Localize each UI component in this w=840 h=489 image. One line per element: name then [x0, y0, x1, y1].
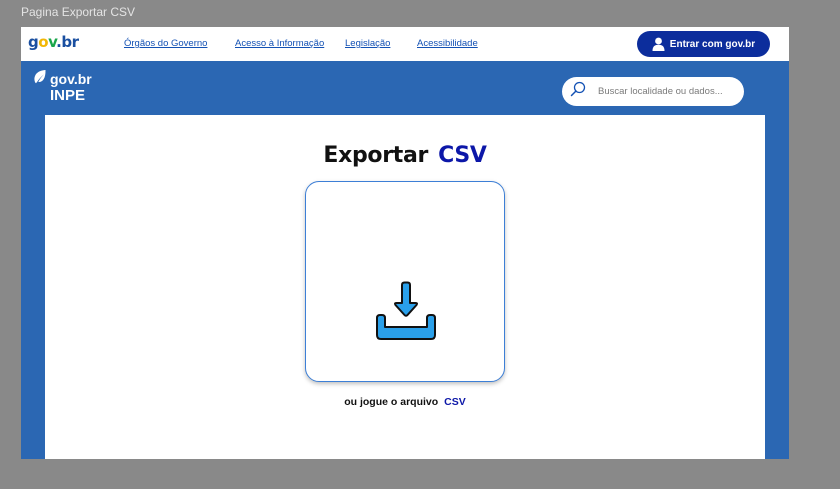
top-header: gov.br Órgãos do Governo Acesso à Inform…: [21, 27, 789, 61]
logo-letter-v: v: [48, 33, 57, 51]
page-title-accent: CSV: [438, 143, 487, 168]
search-bar[interactable]: [562, 77, 744, 106]
login-govbr-button[interactable]: Entrar com gov.br: [637, 31, 770, 57]
brand-subtitle: INPE: [50, 87, 86, 104]
govbr-logo[interactable]: gov.br: [28, 33, 79, 51]
logo-letter-o: o: [38, 33, 49, 51]
link-orgaos-governo[interactable]: Órgãos do Governo: [124, 38, 207, 49]
leaf-icon: [33, 69, 47, 88]
logo-letters-br: br: [61, 33, 79, 51]
page-title-prefix: Exportar: [323, 143, 429, 168]
page-title: Exportar CSV: [45, 143, 765, 168]
csv-dropzone[interactable]: [305, 181, 505, 382]
link-acessibilidade[interactable]: Acessibilidade: [417, 38, 478, 49]
drop-hint: ou jogue o arquivo CSV: [45, 396, 765, 408]
download-icon: [374, 281, 438, 348]
drop-hint-prefix: ou jogue o arquivo: [344, 396, 439, 408]
drop-hint-accent: CSV: [444, 396, 466, 408]
login-label: Entrar com gov.br: [669, 38, 756, 50]
link-acesso-informacao[interactable]: Acesso à Informação: [235, 38, 324, 49]
page-frame: gov.br Órgãos do Governo Acesso à Inform…: [21, 27, 789, 459]
brand-logo[interactable]: gov.br INPE: [33, 69, 92, 104]
search-input[interactable]: [598, 86, 738, 97]
link-legislacao[interactable]: Legislação: [345, 38, 390, 49]
user-icon: [652, 37, 665, 51]
search-icon: [562, 81, 586, 102]
logo-letter-g: g: [28, 33, 39, 51]
frame-title: Pagina Exportar CSV: [21, 5, 136, 19]
brand-name: gov.br: [50, 70, 92, 87]
main-content: Exportar CSV ou jogue o arquivo CSV: [45, 115, 765, 459]
